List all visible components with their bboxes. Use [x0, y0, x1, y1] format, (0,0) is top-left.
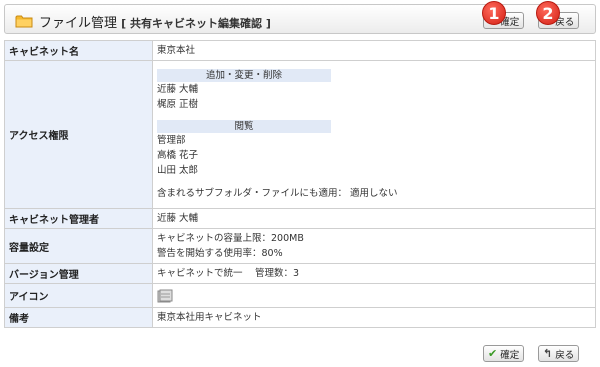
perm-group-view-heading: 閲覧 [157, 120, 331, 133]
row-version: バージョン管理 キャビネットで統一 管理数：3 [4, 263, 596, 284]
row-note: 備考 東京本社用キャビネット [4, 307, 596, 328]
icon-label: アイコン [4, 283, 153, 308]
annotation-marker-1: 1 [482, 1, 506, 25]
admin-value: 近藤 大輔 [152, 208, 596, 229]
perm-member: 高橋 花子 [157, 150, 199, 161]
version-value: キャビネットで統一 管理数：3 [152, 263, 596, 284]
icon-value [152, 283, 596, 308]
subfolder-apply-note: 含まれるサブフォルダ・ファイルにも適用： 適用しない [157, 188, 398, 199]
access-value: 追加・変更・削除 近藤 大輔 梶原 正樹 閲覧 管理部 高橋 花子 山田 太郎 … [152, 60, 596, 209]
page-subtitle: [ 共有キャビネット編集確認 ] [121, 17, 271, 30]
note-label: 備考 [4, 307, 153, 328]
folder-icon [15, 15, 33, 28]
back-button-bottom[interactable]: ↰ 戻る [538, 345, 580, 362]
cabinet-info-table: キャビネット名 東京本社 アクセス権限 追加・変更・削除 近藤 大輔 梶原 正樹… [4, 40, 596, 328]
annotation-marker-2: 2 [536, 1, 560, 25]
cabinet-name-value: 東京本社 [152, 40, 596, 61]
check-icon: ✔ [488, 347, 498, 360]
capacity-value: キャビネットの容量上限：200MB 警告を開始する使用率：80% [152, 228, 596, 264]
cabinet-name-label: キャビネット名 [4, 40, 153, 61]
perm-member: 近藤 大輔 [157, 84, 199, 95]
cabinet-icon [157, 289, 173, 302]
row-admin: キャビネット管理者 近藤 大輔 [4, 208, 596, 229]
capacity-label: 容量設定 [4, 228, 153, 264]
perm-group-edit-heading: 追加・変更・削除 [157, 69, 331, 82]
page-title: ファイル管理 [ 共有キャビネット編集確認 ] [39, 16, 271, 31]
row-icon: アイコン [4, 283, 596, 308]
row-access: アクセス権限 追加・変更・削除 近藤 大輔 梶原 正樹 閲覧 管理部 高橋 花子… [4, 60, 596, 209]
perm-member: 管理部 [157, 135, 186, 146]
return-arrow-icon: ↰ [543, 347, 553, 360]
admin-label: キャビネット管理者 [4, 208, 153, 229]
access-label: アクセス権限 [4, 60, 153, 209]
note-value: 東京本社用キャビネット [152, 307, 596, 328]
capacity-limit: キャビネットの容量上限：200MB [157, 233, 304, 244]
row-capacity: 容量設定 キャビネットの容量上限：200MB 警告を開始する使用率：80% [4, 228, 596, 264]
confirm-button-bottom[interactable]: ✔ 確定 [483, 345, 525, 362]
perm-member: 梶原 正樹 [157, 99, 199, 110]
row-cabinet-name: キャビネット名 東京本社 [4, 40, 596, 61]
perm-member: 山田 太郎 [157, 165, 199, 176]
version-label: バージョン管理 [4, 263, 153, 284]
capacity-warning: 警告を開始する使用率：80% [157, 248, 283, 259]
